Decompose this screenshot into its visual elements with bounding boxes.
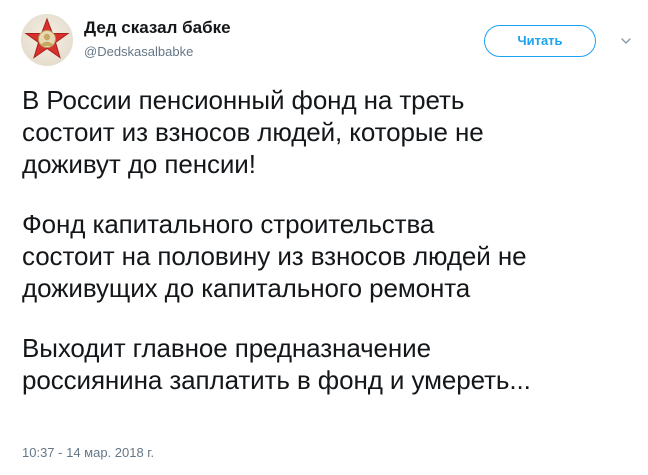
avatar[interactable] [21, 14, 73, 66]
tweet-text: В России пенсионный фонд на треть состои… [22, 84, 637, 424]
tweet-paragraph: Фонд капитального строительства состоит … [22, 209, 527, 303]
red-star-medal-icon [24, 17, 70, 59]
user-handle[interactable]: @Dedskasalbabke [84, 44, 193, 59]
tweet-paragraph: Выходит главное предназначение россиянин… [22, 333, 531, 395]
follow-button[interactable]: Читать [484, 25, 596, 57]
tweet-timestamp[interactable]: 10:37 - 14 мар. 2018 г. [22, 445, 154, 460]
tweet-card: Дед сказал бабке @Dedskasalbabke Читать … [0, 0, 648, 475]
chevron-down-icon[interactable] [620, 35, 632, 47]
tweet-paragraph: В России пенсионный фонд на треть состои… [22, 85, 484, 179]
display-name[interactable]: Дед сказал бабке [84, 18, 231, 38]
